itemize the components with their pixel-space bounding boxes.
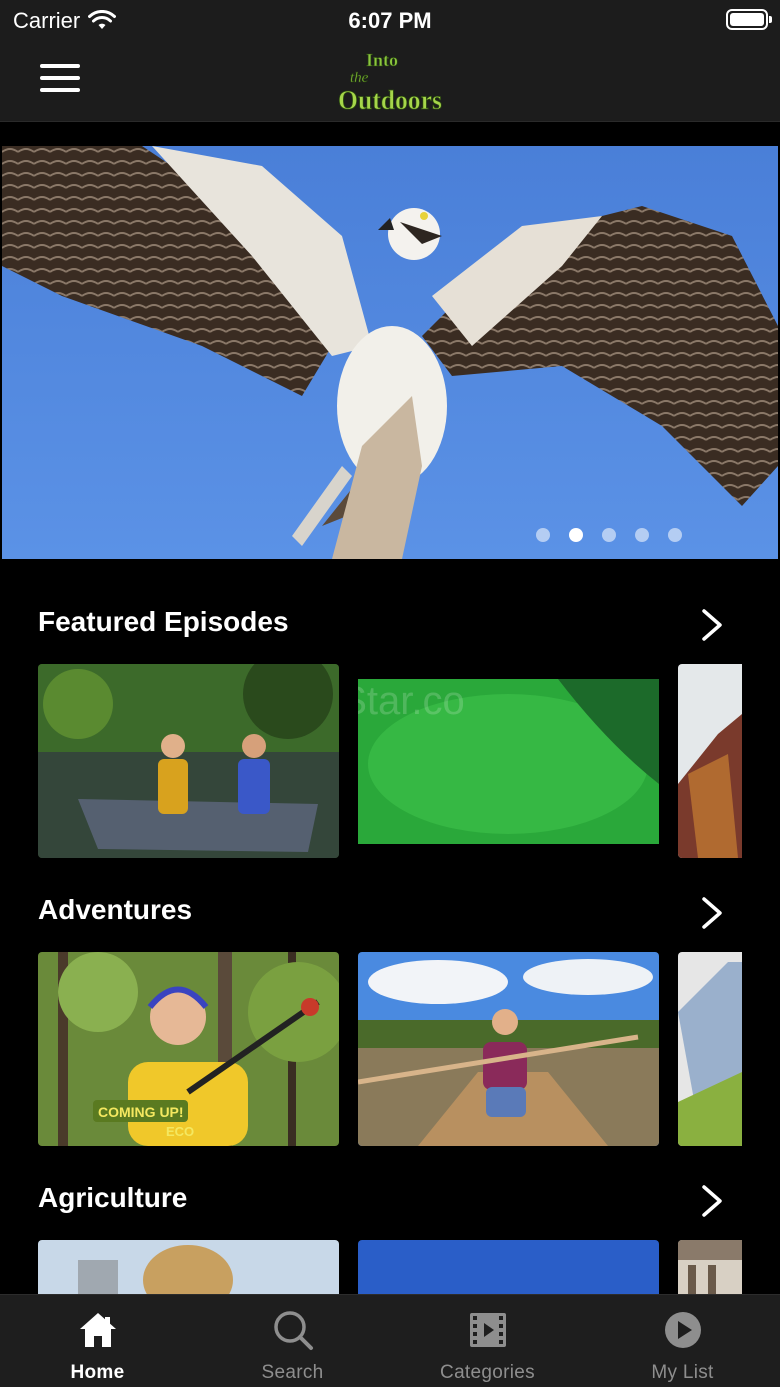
- tab-label: Search: [261, 1362, 324, 1383]
- adventures-row: COMING UP! ECO: [38, 952, 742, 1146]
- section-title-adventures: Adventures: [38, 894, 193, 925]
- straw-hat-image: [38, 1240, 339, 1294]
- episode-thumbnail[interactable]: [358, 1240, 659, 1294]
- section-title-agriculture: Agriculture: [38, 1182, 188, 1213]
- nav-bar: Into the Outdoors: [0, 42, 780, 122]
- logo-the: the: [350, 70, 369, 86]
- tab-search[interactable]: Search: [195, 1295, 390, 1387]
- episode-thumbnail[interactable]: [678, 952, 742, 1146]
- algae-water-image: eStar.co: [358, 664, 659, 858]
- hero-osprey-image: [2, 146, 778, 559]
- page-dot[interactable]: [536, 528, 550, 542]
- hamburger-icon[interactable]: [40, 64, 80, 94]
- film-icon: [470, 1313, 506, 1347]
- episode-thumbnail[interactable]: [38, 664, 339, 858]
- page-dot[interactable]: [602, 528, 616, 542]
- battery-icon: [726, 9, 772, 30]
- logo-into: Into: [366, 50, 398, 70]
- episode-thumbnail[interactable]: [38, 1240, 339, 1294]
- chevron-right-icon[interactable]: [696, 605, 726, 645]
- carousel-page-indicator[interactable]: [536, 528, 682, 542]
- episode-thumbnail[interactable]: [678, 664, 742, 858]
- eco-badge: ECO: [166, 1124, 194, 1139]
- page-dot[interactable]: [635, 528, 649, 542]
- tab-label: Categories: [440, 1362, 535, 1383]
- illustration-image: [678, 952, 742, 1146]
- episode-thumbnail[interactable]: eStar.co: [358, 664, 659, 858]
- status-time: 6:07 PM: [348, 8, 432, 33]
- logo-outdoors: Outdoors: [338, 85, 442, 115]
- fisherman-image: [678, 664, 742, 858]
- hero-carousel[interactable]: [2, 146, 778, 559]
- canoe-fishing-image: [38, 664, 339, 858]
- page-dot[interactable]: [668, 528, 682, 542]
- tab-bar: Home Search Categories My List: [0, 1294, 780, 1387]
- episode-thumbnail[interactable]: [358, 952, 659, 1146]
- home-icon: [80, 1313, 116, 1347]
- chevron-right-icon[interactable]: [696, 893, 726, 933]
- episode-thumbnail[interactable]: [678, 1240, 742, 1294]
- barn-image: [678, 1240, 742, 1294]
- featured-episodes-row: eStar.co: [38, 664, 742, 858]
- chevron-right-icon[interactable]: [696, 1181, 726, 1221]
- tab-label: My List: [651, 1362, 714, 1383]
- tab-label: Home: [70, 1362, 125, 1383]
- app-logo: Into the Outdoors: [338, 50, 443, 116]
- episode-thumbnail[interactable]: COMING UP! ECO: [38, 952, 339, 1146]
- tab-home[interactable]: Home: [0, 1295, 195, 1387]
- search-icon: [274, 1311, 313, 1350]
- watermark-text: eStar.co: [358, 679, 465, 723]
- agriculture-row: [38, 1240, 742, 1294]
- girl-in-canoe-image: [358, 952, 659, 1146]
- play-circle-icon: [665, 1312, 701, 1348]
- section-title-featured-episodes: Featured Episodes: [38, 606, 289, 637]
- tab-my-list[interactable]: My List: [585, 1295, 780, 1387]
- status-bar: Carrier 6:07 PM: [0, 0, 780, 42]
- page-dot-active[interactable]: [569, 528, 583, 542]
- girl-with-tool-image: COMING UP! ECO: [38, 952, 339, 1146]
- tab-categories[interactable]: Categories: [390, 1295, 585, 1387]
- blue-sky-image: [358, 1240, 659, 1294]
- coming-up-badge: COMING UP!: [98, 1104, 184, 1120]
